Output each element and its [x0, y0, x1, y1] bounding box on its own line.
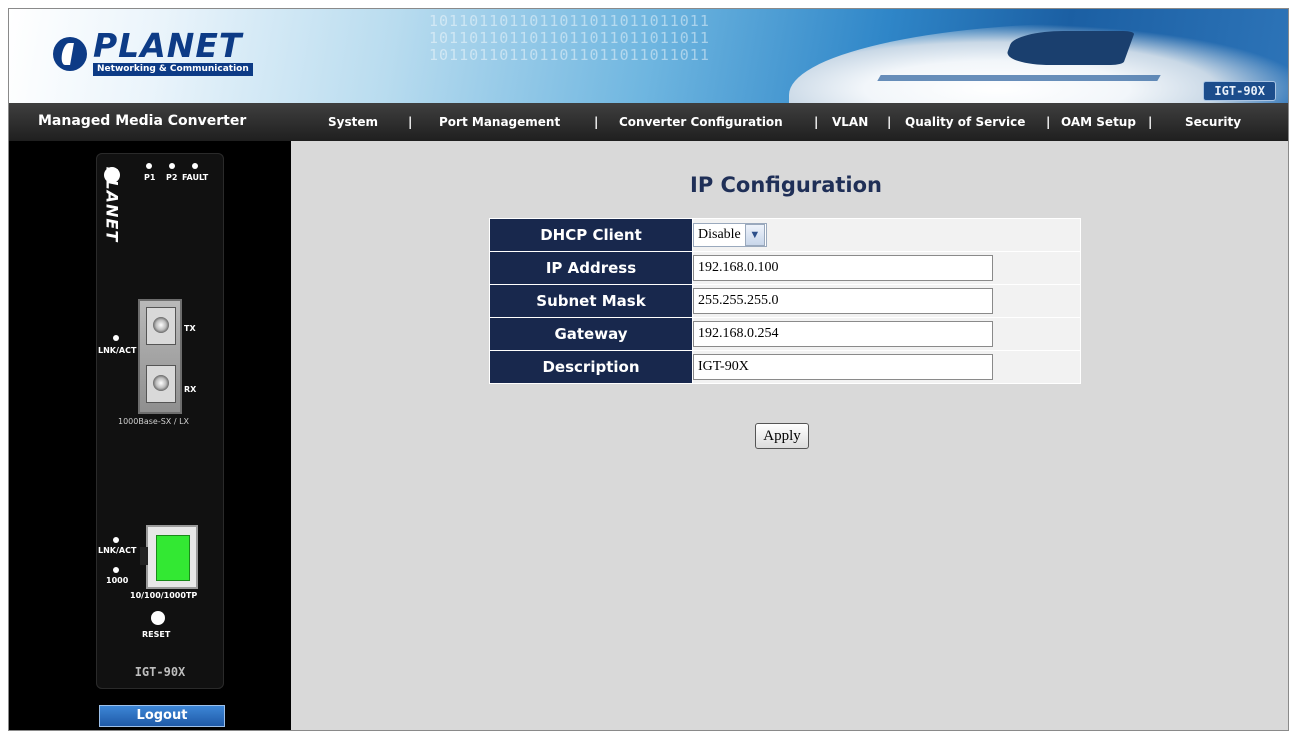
p1-label: P1: [144, 173, 156, 182]
nav-separator: |: [1046, 115, 1051, 129]
device-panel-image: PLANET P1 P2 FAULT LNK/ACT TX RX 1000Bas…: [96, 153, 224, 689]
subnet-mask-input[interactable]: 255.255.255.0: [693, 288, 993, 314]
rx-label: RX: [184, 385, 197, 394]
copper-speed-label: 1000: [106, 576, 129, 585]
dhcp-client-label: DHCP Client: [489, 218, 693, 252]
nav-separator: |: [814, 115, 819, 129]
copper-type-label: 10/100/1000TP: [130, 591, 198, 600]
fiber-type-label: 1000Base-SX / LX: [118, 417, 190, 426]
nav-item-vlan[interactable]: VLAN: [832, 115, 868, 129]
rj45-socket: [156, 535, 190, 581]
product-name: Managed Media Converter: [38, 113, 247, 129]
nav-item-security[interactable]: Security: [1185, 115, 1241, 129]
table-row: Subnet Mask 255.255.255.0: [489, 284, 1081, 318]
logout-button[interactable]: Logout: [99, 705, 225, 727]
ip-address-label: IP Address: [489, 251, 693, 285]
sfp-port: [138, 299, 182, 414]
ip-address-input[interactable]: 192.168.0.100: [693, 255, 993, 281]
nav-item-system[interactable]: System: [328, 115, 378, 129]
planet-logo-icon: [53, 36, 87, 71]
train-window: [1002, 31, 1136, 65]
p2-led: [169, 163, 175, 169]
table-row: Description IGT-90X: [489, 350, 1081, 384]
gateway-label: Gateway: [489, 317, 693, 351]
description-label: Description: [489, 350, 693, 384]
subnet-mask-label: Subnet Mask: [489, 284, 693, 318]
binary-decoration: 1011011011011011011011011011 10110110110…: [429, 12, 710, 64]
nav-item-port-management[interactable]: Port Management: [439, 115, 560, 129]
logo-tagline: Networking & Communication: [93, 63, 253, 76]
nav-bar: Managed Media Converter System | Port Ma…: [9, 103, 1288, 141]
nav-item-quality-of-service[interactable]: Quality of Service: [905, 115, 1025, 129]
device-logo-text: PLANET: [102, 166, 122, 243]
copper-link-led: [113, 537, 119, 543]
model-tag: IGT-90X: [1203, 81, 1276, 101]
table-row: DHCP Client Disable ▼: [489, 218, 1081, 252]
main-content: IP Configuration DHCP Client Disable ▼ I…: [291, 141, 1288, 730]
nav-separator: |: [594, 115, 599, 129]
fault-led: [192, 163, 198, 169]
copper-link-label: LNK/ACT: [98, 546, 137, 555]
device-model-label: IGT-90X: [134, 665, 186, 679]
nav-separator: |: [408, 115, 413, 129]
fiber-link-label: LNK/ACT: [98, 346, 137, 355]
copper-speed-led: [113, 567, 119, 573]
train-stripe: [877, 75, 1161, 81]
rj45-port: [140, 525, 198, 589]
nav-item-converter-configuration[interactable]: Converter Configuration: [619, 115, 783, 129]
logo-name: PLANET: [93, 26, 243, 65]
nav-item-oam-setup[interactable]: OAM Setup: [1061, 115, 1136, 129]
table-row: IP Address 192.168.0.100: [489, 251, 1081, 285]
dhcp-client-select[interactable]: Disable ▼: [693, 223, 767, 247]
gateway-input[interactable]: 192.168.0.254: [693, 321, 993, 347]
nav-separator: |: [887, 115, 892, 129]
fiber-link-led: [113, 335, 119, 341]
sfp-tx-socket: [146, 307, 176, 345]
device-logo: PLANET: [102, 167, 124, 247]
planet-logo: PLANET Networking & Communication: [53, 26, 253, 76]
description-input[interactable]: IGT-90X: [693, 354, 993, 380]
page-title: IP Configuration: [690, 173, 882, 197]
p1-led: [146, 163, 152, 169]
reset-button-graphic: [151, 611, 165, 625]
sidebar: PLANET P1 P2 FAULT LNK/ACT TX RX 1000Bas…: [9, 141, 291, 730]
sfp-rx-socket: [146, 365, 176, 403]
ip-config-table: DHCP Client Disable ▼ IP Address 192.168…: [489, 218, 1081, 384]
dhcp-client-value: Disable: [698, 227, 741, 242]
apply-button[interactable]: Apply: [755, 423, 809, 449]
header-banner: 1011011011011011011011011011 10110110110…: [9, 9, 1288, 103]
table-row: Gateway 192.168.0.254: [489, 317, 1081, 351]
reset-label: RESET: [142, 630, 171, 639]
chevron-down-icon[interactable]: ▼: [744, 224, 765, 246]
fault-label: FAULT: [182, 173, 209, 182]
nav-separator: |: [1148, 115, 1153, 129]
p2-label: P2: [166, 173, 178, 182]
tx-label: TX: [184, 324, 196, 333]
browser-frame: 1011011011011011011011011011 10110110110…: [8, 8, 1289, 731]
